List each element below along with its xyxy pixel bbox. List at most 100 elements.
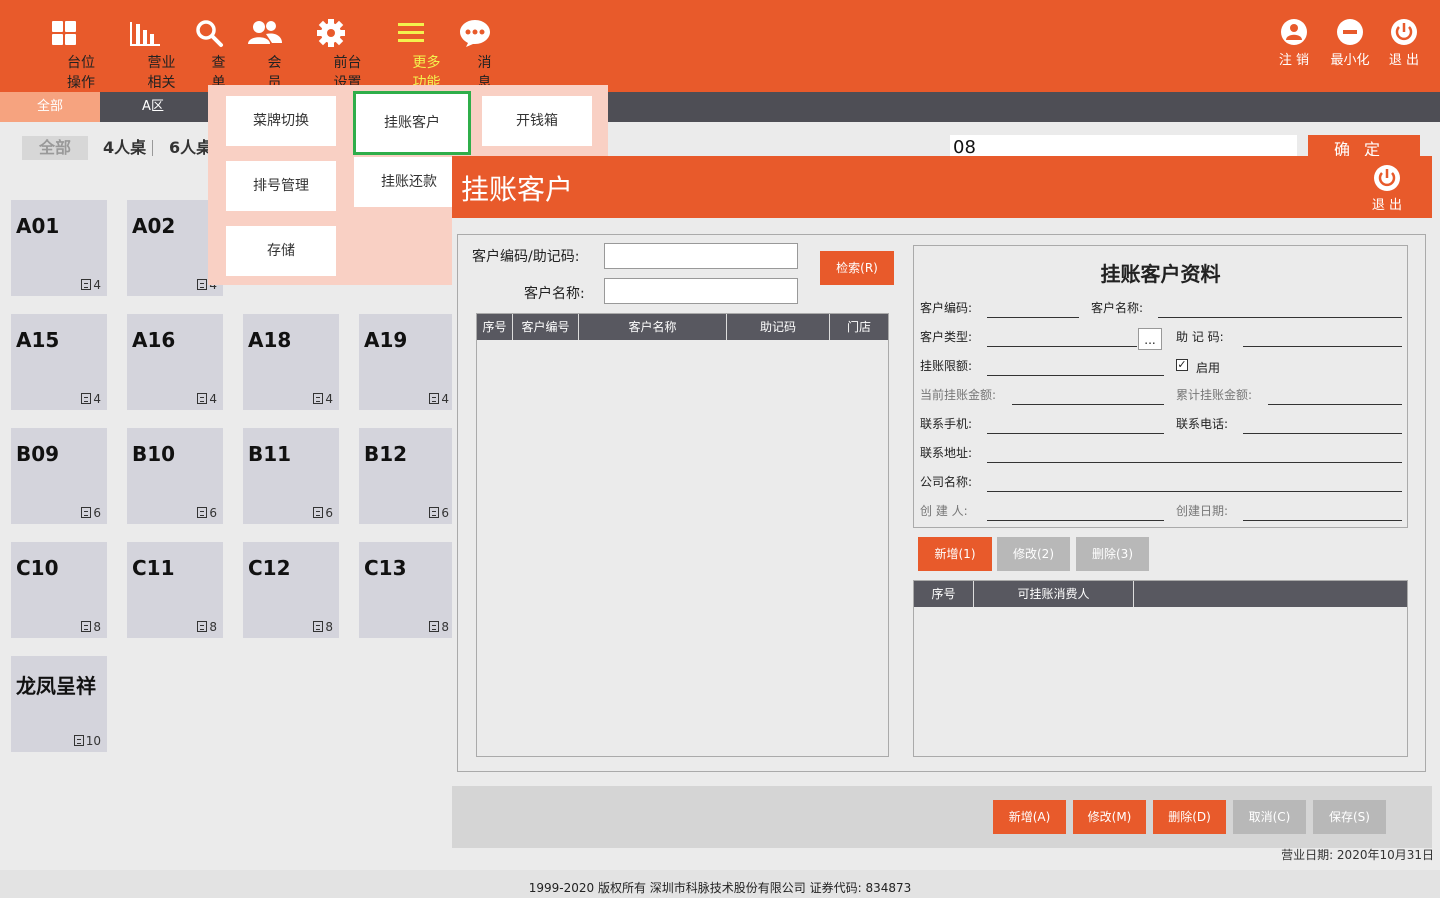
table-tile[interactable]: A15 4 [11,314,107,410]
bar-chart-icon [130,22,160,46]
table-tile[interactable]: A01 4 [11,200,107,296]
customer-list-table[interactable]: 序号 客户编号 客户名称 助记码 门店 [476,313,889,757]
nav-member[interactable]: 会员 [246,18,284,91]
browse-type-button[interactable]: ... [1138,328,1162,350]
chair-icon [429,621,440,632]
menu-item-menu-switch[interactable]: 菜牌切换 [226,96,336,146]
minimize-icon [1337,19,1363,45]
current-credit-field [1012,404,1164,405]
enabled-label: 启用 [1196,361,1221,375]
customer-code-input[interactable] [604,243,798,269]
table-tile[interactable]: C13 8 [359,542,455,638]
filter-tab-6[interactable]: 6人桌 [169,136,212,160]
chair-icon [313,393,324,404]
menu-icon [398,23,424,42]
table-tile[interactable]: A18 4 [243,314,339,410]
table-search-input[interactable]: 08 [950,135,1297,158]
chair-icon [81,393,92,404]
table-tile[interactable]: C12 8 [243,542,339,638]
nav-more-functions[interactable]: 更多功能 [380,18,442,91]
table-tile[interactable]: A19 4 [359,314,455,410]
chair-icon [313,507,324,518]
table-name: B10 [132,442,176,466]
table-tile[interactable]: 龙凤呈祥 10 [11,656,107,752]
edit-customer-button[interactable]: 修改(M) [1073,800,1146,834]
mnemonic-field[interactable] [1243,346,1402,347]
minimize-label: 最小化 [1330,53,1370,68]
chair-icon [197,279,208,290]
table-seats: 4 [313,392,333,406]
customer-info-panel: 挂账客户资料 客户编码: 客户名称: 客户类型: ... 助 记 码: 挂账限额… [913,245,1408,528]
menu-item-credit-repayment[interactable]: 挂账还款 [354,157,464,207]
customer-name-input[interactable] [604,278,798,304]
field-label: 公司名称: [920,475,973,489]
nav-front-settings[interactable]: 前台设置 [298,18,364,91]
table-name: A01 [16,214,60,238]
menu-item-open-cash-drawer[interactable]: 开钱箱 [482,96,592,146]
delete-customer-button[interactable]: 删除(D) [1153,800,1226,834]
gear-icon [317,19,345,47]
customer-code-field[interactable] [987,317,1079,318]
area-tab-a[interactable]: A区 [100,92,206,122]
add-customer-button[interactable]: 新增(A) [993,800,1066,834]
nav-label: 营业相关 [147,55,176,91]
minimize-button[interactable]: 最小化 [1328,18,1372,68]
exit-label: 退 出 [1388,53,1420,68]
filter-tab-all[interactable]: 全部 [22,136,88,160]
table-seats: 10 [73,734,101,748]
power-icon [1373,165,1400,191]
column-header: 助记码 [727,314,830,340]
consumer-list-table[interactable]: 序号 可挂账消费人 [913,580,1408,757]
customer-type-field[interactable] [987,346,1137,347]
table-seats: 8 [429,620,449,634]
credit-limit-field[interactable] [987,375,1164,376]
search-button[interactable]: 检索(R) [820,251,894,285]
table-name: A02 [132,214,176,238]
nav-messages[interactable]: 消息 [456,18,494,91]
table-seats: 6 [197,506,217,520]
dialog-exit-label: 退 出 [1371,198,1402,213]
field-label: 联系电话: [1176,417,1229,431]
add-consumer-button[interactable]: 新增(1) [918,537,992,571]
mobile-field[interactable] [987,433,1164,434]
customer-info-title: 挂账客户资料 [1100,262,1221,286]
field-label: 累计挂账金额: [1176,388,1253,402]
exit-button[interactable]: 退 出 [1386,18,1422,68]
table-name: C11 [132,556,175,580]
dialog-footer: 新增(A) 修改(M) 删除(D) 取消(C) 保存(S) [452,786,1432,848]
nav-business[interactable]: 营业相关 [112,18,178,91]
logout-button[interactable]: 注 销 [1276,18,1312,68]
area-tab-all[interactable]: 全部 [0,92,100,122]
field-label: 创建日期: [1176,504,1229,518]
table-tile[interactable]: B09 6 [11,428,107,524]
menu-item-queue-management[interactable]: 排号管理 [226,161,336,211]
menu-item-credit-customer[interactable]: 挂账客户 [353,91,471,155]
delete-consumer-button[interactable]: 删除(3) [1076,537,1149,571]
nav-query-order[interactable]: 查单 [190,18,228,91]
edit-consumer-button[interactable]: 修改(2) [997,537,1070,571]
phone-field[interactable] [1243,433,1402,434]
address-field[interactable] [987,462,1402,463]
company-field[interactable] [987,491,1402,492]
table-tile[interactable]: B10 6 [127,428,223,524]
save-button[interactable]: 保存(S) [1313,800,1386,834]
menu-item-storage[interactable]: 存储 [226,226,336,276]
confirm-button[interactable]: 确定 [1308,135,1420,159]
table-tile[interactable]: A16 4 [127,314,223,410]
table-tile[interactable]: C11 8 [127,542,223,638]
nav-table-operations[interactable]: 台位操作 [30,18,98,91]
table-tile[interactable]: C10 8 [11,542,107,638]
filter-tab-4[interactable]: 4人桌 [103,136,146,160]
table-seats: 6 [81,506,101,520]
column-header: 序号 [477,314,513,340]
field-label: 创 建 人: [920,504,968,518]
table-tile[interactable]: B12 6 [359,428,455,524]
table-name: A18 [248,328,292,352]
enabled-checkbox[interactable]: ✓ [1176,359,1188,371]
power-icon [1391,19,1417,45]
table-seats: 4 [81,278,101,292]
table-tile[interactable]: B11 6 [243,428,339,524]
dialog-exit-button[interactable]: 退 出 [1372,164,1402,213]
cancel-button[interactable]: 取消(C) [1233,800,1306,834]
customer-name-field[interactable] [1158,317,1402,318]
